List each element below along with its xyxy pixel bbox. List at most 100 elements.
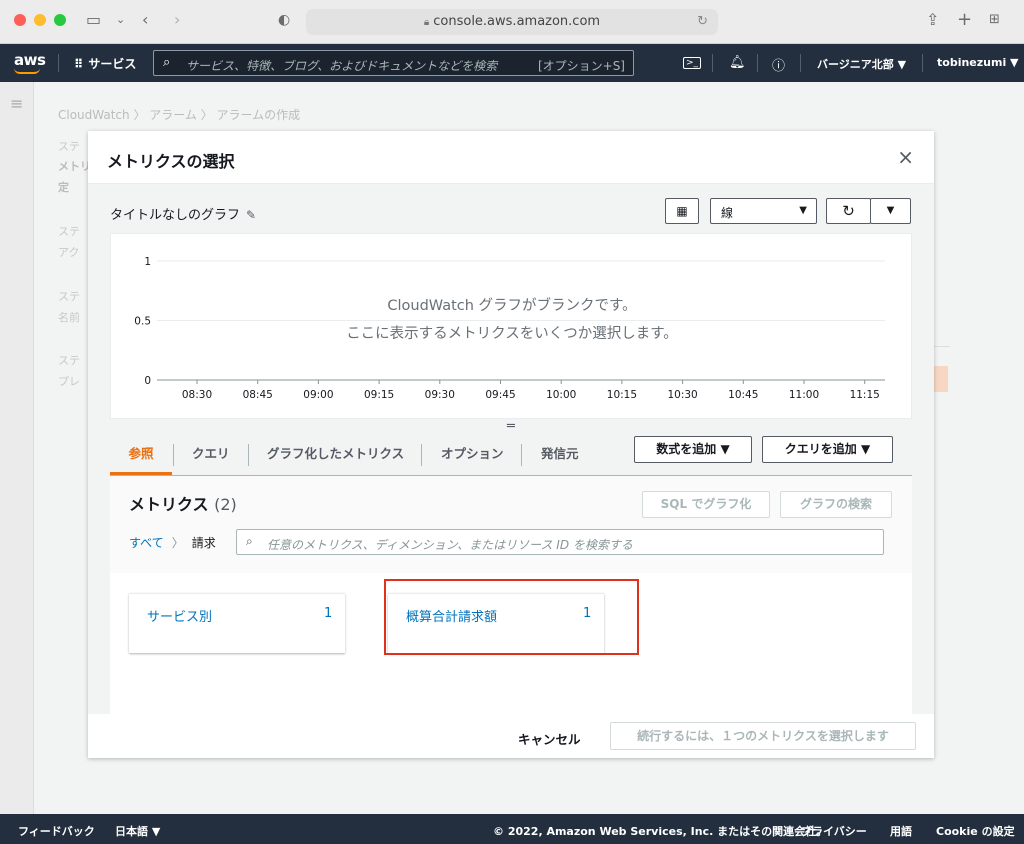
tile-by-service[interactable]: サービス別 1	[129, 593, 345, 653]
x-tick-label: 10:30	[667, 389, 697, 401]
grid-icon: ⠿	[74, 57, 83, 71]
divider	[757, 54, 758, 72]
metric-search-input[interactable]: ⌕ 任意のメトリクス、ディメンション、またはリソース ID を検索する	[236, 529, 884, 555]
refresh-icon: ↻	[842, 202, 855, 220]
blank-message-line: CloudWatch グラフがブランクです。	[387, 298, 637, 314]
tab-graphed-metrics[interactable]: グラフ化したメトリクス	[267, 434, 404, 475]
help-icon[interactable]: ⓘ	[772, 55, 785, 74]
x-tick-label: 10:45	[728, 389, 758, 401]
graph-type-value: 線	[721, 206, 734, 220]
chevron-down-icon[interactable]: ⌄	[116, 11, 125, 29]
x-tick-label: 09:00	[303, 389, 333, 401]
tab-bar: 参照 クエリ グラフ化したメトリクス オプション 発信元 数式を追加 ▼ クエリ…	[110, 434, 912, 476]
bell-icon[interactable]: 🔔︎	[729, 55, 746, 70]
search-placeholder: サービス、特徴、ブログ、およびドキュメントなどを検索	[186, 59, 498, 73]
step-label: アク	[58, 246, 80, 259]
x-tick-label: 11:15	[850, 389, 880, 401]
metrics-heading: メトリクス (2)	[129, 491, 237, 515]
x-tick-label: 08:45	[243, 389, 273, 401]
privacy-link[interactable]: プライバシー	[801, 823, 867, 839]
select-metric-modal: メトリクスの選択 × タイトルなしのグラフ ✎ ▦ 線 ▼ ↻ ▼ 1 0.5 0 08…	[88, 131, 934, 758]
caret-down-icon: ▼	[886, 205, 895, 216]
tab-query[interactable]: クエリ	[192, 434, 230, 475]
step-label: ステ	[58, 140, 80, 153]
cloudshell-icon[interactable]: >_	[683, 57, 702, 69]
graph-with-sql-button[interactable]: SQL でグラフ化	[642, 491, 770, 518]
step-label: 名前	[58, 311, 80, 324]
metric-search-placeholder: 任意のメトリクス、ディメンション、またはリソース ID を検索する	[267, 538, 633, 552]
resize-handle-icon[interactable]: ═	[507, 419, 515, 434]
x-tick-label: 10:00	[546, 389, 576, 401]
divider	[173, 444, 174, 466]
graph-search-button[interactable]: グラフの検索	[780, 491, 892, 518]
reload-icon[interactable]: ↻	[697, 9, 708, 35]
breadcrumb-current: 請求	[191, 536, 216, 550]
aws-header: aws ⠿ サービス ⌕ サービス、特徴、ブログ、およびドキュメントなどを検索 […	[0, 44, 1024, 82]
feedback-link[interactable]: フィードバック	[18, 823, 95, 839]
account-menu[interactable]: tobinezumi ▼	[937, 56, 1019, 69]
search-icon: ⌕	[163, 55, 171, 70]
aws-smile-icon	[14, 68, 40, 74]
tab-options[interactable]: オプション	[441, 434, 504, 475]
select-metric-button[interactable]: 続行するには、１つのメトリクスを選択します	[610, 722, 916, 750]
blank-message-line: ここに表示するメトリクスをいくつか選択します。	[346, 326, 678, 342]
metrics-heading-text: メトリクス	[129, 495, 209, 514]
url-text: console.aws.amazon.com	[433, 14, 601, 29]
y-tick-label: 0	[144, 375, 151, 387]
breadcrumb-all-link[interactable]: すべて	[129, 536, 164, 550]
sidebar-toggle-icon[interactable]: ▭	[86, 11, 101, 29]
divider	[800, 54, 801, 72]
services-menu[interactable]: ⠿ サービス	[74, 55, 136, 72]
step-label: ステ	[58, 225, 80, 238]
lock-icon: 🔒︎	[423, 17, 430, 28]
close-icon[interactable]: ×	[897, 145, 914, 169]
language-selector[interactable]: 日本語 ▼	[115, 823, 160, 839]
aws-logo-text: aws	[14, 51, 46, 69]
cookie-settings-link[interactable]: Cookie の設定	[936, 823, 1015, 839]
terms-link[interactable]: 用語	[890, 823, 912, 839]
refresh-button[interactable]: ↻	[826, 198, 871, 224]
divider	[521, 444, 522, 466]
cancel-button[interactable]: キャンセル	[518, 729, 581, 748]
breadcrumb: CloudWatch 〉 アラーム 〉 アラームの作成	[58, 108, 301, 122]
tab-overview-icon[interactable]: ⊞	[989, 11, 1000, 29]
aws-logo[interactable]: aws	[14, 51, 46, 74]
refresh-options-button[interactable]: ▼	[870, 198, 911, 224]
new-tab-icon[interactable]: +	[957, 11, 972, 29]
graph-type-select[interactable]: 線 ▼	[710, 198, 817, 224]
search-icon: ⌕	[246, 534, 253, 548]
copyright: © 2022, Amazon Web Services, Inc. またはその関…	[493, 825, 828, 838]
calendar-icon: ▦	[676, 204, 688, 218]
forward-icon[interactable]: ›	[174, 11, 180, 29]
tab-source[interactable]: 発信元	[541, 434, 579, 475]
tab-browse[interactable]: 参照	[110, 434, 172, 475]
divider	[58, 54, 59, 72]
search-shortcut: [オプション+S]	[537, 59, 625, 73]
zoom-window-button[interactable]	[54, 14, 66, 26]
edit-icon[interactable]: ✎	[246, 208, 256, 222]
step-label: プレ	[58, 375, 80, 388]
add-math-button[interactable]: 数式を追加 ▼	[634, 436, 752, 463]
x-tick-label: 10:15	[607, 389, 637, 401]
step-label: 定	[58, 181, 69, 194]
global-search[interactable]: ⌕ サービス、特徴、ブログ、およびドキュメントなどを検索 [オプション+S]	[153, 50, 634, 76]
tile-count: 1	[324, 606, 333, 621]
back-icon[interactable]: ‹	[142, 11, 148, 29]
calendar-button[interactable]: ▦	[665, 198, 699, 224]
graph-title: タイトルなしのグラフ ✎	[110, 204, 256, 223]
divider	[248, 444, 249, 466]
minimize-window-button[interactable]	[34, 14, 46, 26]
x-tick-label: 09:15	[364, 389, 394, 401]
address-bar[interactable]: 🔒︎ console.aws.amazon.com ↻	[306, 9, 718, 35]
aws-footer: フィードバック 日本語 ▼ © 2022, Amazon Web Service…	[0, 814, 1024, 844]
namespace-breadcrumb: すべて〉請求	[129, 534, 216, 551]
x-tick-label: 08:30	[182, 389, 212, 401]
hamburger-icon[interactable]: ≡	[10, 94, 23, 113]
tile-name: サービス別	[147, 610, 213, 625]
privacy-shield-icon[interactable]: ◐	[278, 11, 290, 29]
close-window-button[interactable]	[14, 14, 26, 26]
share-icon[interactable]: ⇪	[926, 11, 939, 29]
step-label: メトリ	[58, 160, 91, 173]
add-query-button[interactable]: クエリを追加 ▼	[762, 436, 893, 463]
region-selector[interactable]: バージニア北部 ▼	[817, 56, 906, 72]
